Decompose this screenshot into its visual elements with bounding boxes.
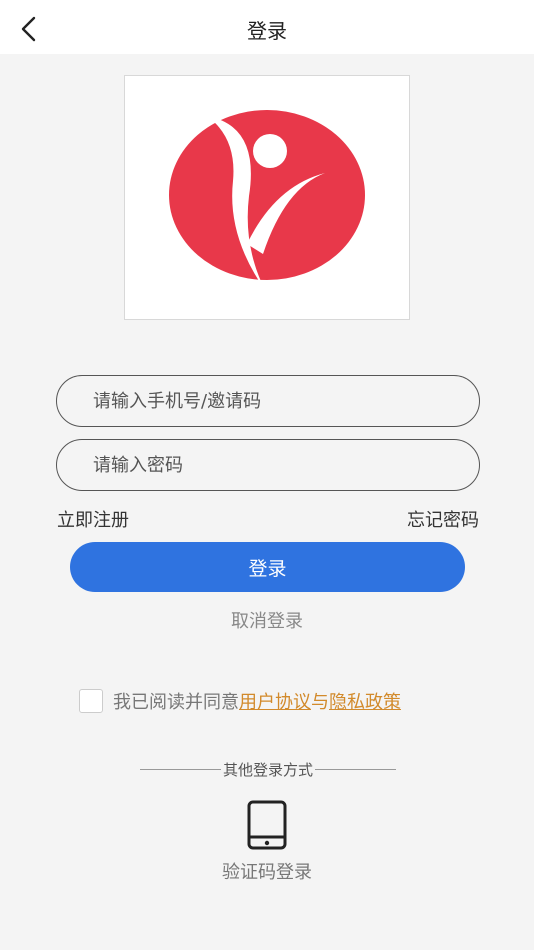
phone-input[interactable] [57,376,479,426]
page-title: 登录 [247,19,287,43]
agreement-and: 与 [311,692,329,713]
login-button[interactable]: 登录 [70,542,465,592]
privacy-policy-link[interactable]: 隐私政策 [329,688,401,714]
sms-login-button[interactable]: 验证码登录 [200,800,334,890]
register-link[interactable]: 立即注册 [57,506,129,532]
forgot-password-link[interactable]: 忘记密码 [407,506,479,532]
user-agreement-link[interactable]: 用户协议 [239,688,311,714]
other-login-divider: 其他登录方式 [140,758,397,780]
cancel-login-link[interactable]: 取消登录 [0,607,534,633]
top-bar: 登录 [0,0,534,54]
app-logo [124,75,410,320]
agreement-checkbox[interactable] [79,689,103,713]
agreement-prefix: 我已阅读并同意 [113,692,239,713]
password-field[interactable] [56,439,480,491]
password-input[interactable] [57,440,479,490]
divider-line-left [140,768,221,770]
phone-field[interactable] [56,375,480,427]
agreement-row: 我已阅读并同意 用户协议 与 隐私政策 [79,688,401,714]
other-login-title: 其他登录方式 [223,760,314,779]
divider-line-right [315,768,397,770]
phone-icon [247,800,287,850]
sms-login-label: 验证码登录 [222,862,312,883]
